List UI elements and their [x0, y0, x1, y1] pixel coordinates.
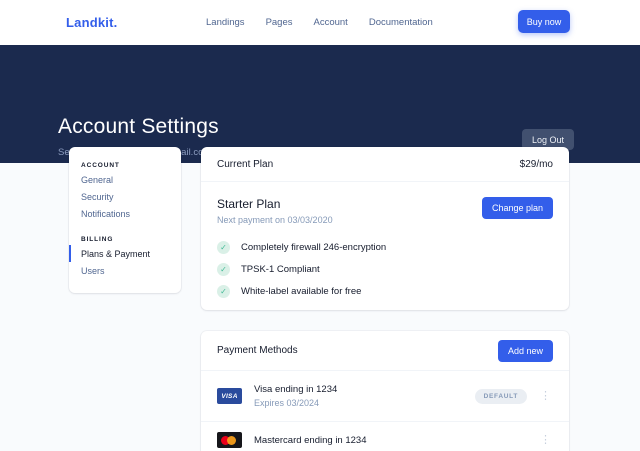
navbar: Landkit. Landings Pages Account Document…: [0, 0, 640, 45]
settings-sidebar: ACCOUNT General Security Notifications B…: [69, 147, 181, 293]
check-circle-icon: ✓: [217, 285, 230, 298]
nav-item-account[interactable]: Account: [314, 17, 348, 28]
sidebar-item-plans-payment[interactable]: Plans & Payment: [69, 245, 181, 262]
plan-summary-row: Starter Plan Next payment on 03/03/2020 …: [217, 197, 553, 225]
current-plan-header: Current Plan $29/mo: [201, 147, 569, 182]
plan-features-list: ✓ Completely firewall 246-encryption ✓ T…: [217, 241, 553, 298]
hero-banner: Account Settings Settings for dhgamache@…: [0, 45, 640, 163]
sidebar-item-security[interactable]: Security: [69, 188, 181, 205]
check-circle-icon: ✓: [217, 241, 230, 254]
sidebar-item-users[interactable]: Users: [69, 262, 181, 279]
nav-item-documentation[interactable]: Documentation: [369, 17, 433, 28]
card-actions: DEFAULT ⋮: [475, 389, 553, 404]
mastercard-logo: [217, 432, 242, 448]
kebab-menu-icon[interactable]: ⋮: [538, 433, 553, 448]
payment-methods-title: Payment Methods: [217, 345, 298, 356]
sidebar-heading-billing: BILLING: [69, 236, 181, 245]
add-new-button[interactable]: Add new: [498, 340, 553, 362]
card-info: Visa ending in 1234 Expires 03/2024: [254, 384, 337, 408]
sidebar-heading-account: ACCOUNT: [69, 162, 181, 171]
visa-logo: VISA: [217, 388, 242, 404]
card-expiry: Expires 03/2024: [254, 398, 337, 408]
list-item: ✓ Completely firewall 246-encryption: [217, 241, 553, 254]
payment-methods-card: Payment Methods Add new VISA Visa ending…: [201, 331, 569, 451]
card-actions: ⋮: [538, 433, 553, 448]
plan-summary: Starter Plan Next payment on 03/03/2020: [217, 197, 333, 225]
page-title: Account Settings: [58, 115, 219, 139]
table-row: Mastercard ending in 1234 ⋮: [201, 422, 569, 451]
payment-methods-header: Payment Methods Add new: [201, 331, 569, 371]
nav-item-pages[interactable]: Pages: [266, 17, 293, 28]
page: Landkit. Landings Pages Account Document…: [0, 0, 640, 451]
sidebar-item-general[interactable]: General: [69, 171, 181, 188]
card-title: Visa ending in 1234: [254, 384, 337, 395]
card-info: Mastercard ending in 1234: [254, 435, 367, 446]
sidebar-section-gap: [69, 222, 181, 236]
kebab-menu-icon[interactable]: ⋮: [538, 389, 553, 404]
status-badge: DEFAULT: [475, 389, 527, 404]
mastercard-orange-circle: [227, 436, 236, 445]
feature-label: TPSK-1 Compliant: [241, 264, 320, 275]
sidebar-item-notifications[interactable]: Notifications: [69, 205, 181, 222]
table-row: VISA Visa ending in 1234 Expires 03/2024…: [201, 371, 569, 422]
card-title: Mastercard ending in 1234: [254, 435, 367, 446]
nav-menu: Landings Pages Account Documentation: [206, 0, 433, 45]
list-item: ✓ White-label available for free: [217, 285, 553, 298]
current-plan-body: Starter Plan Next payment on 03/03/2020 …: [201, 182, 569, 298]
plan-price: $29/mo: [520, 159, 553, 170]
list-item: ✓ TPSK-1 Compliant: [217, 263, 553, 276]
change-plan-button[interactable]: Change plan: [482, 197, 553, 219]
feature-label: Completely firewall 246-encryption: [241, 242, 386, 253]
current-plan-card: Current Plan $29/mo Starter Plan Next pa…: [201, 147, 569, 310]
plan-name: Starter Plan: [217, 197, 333, 211]
next-payment-date: Next payment on 03/03/2020: [217, 215, 333, 225]
current-plan-title: Current Plan: [217, 159, 273, 170]
brand-logo[interactable]: Landkit.: [66, 0, 117, 45]
buy-now-button[interactable]: Buy now: [518, 10, 570, 33]
check-circle-icon: ✓: [217, 263, 230, 276]
feature-label: White-label available for free: [241, 286, 361, 297]
nav-item-landings[interactable]: Landings: [206, 17, 245, 28]
